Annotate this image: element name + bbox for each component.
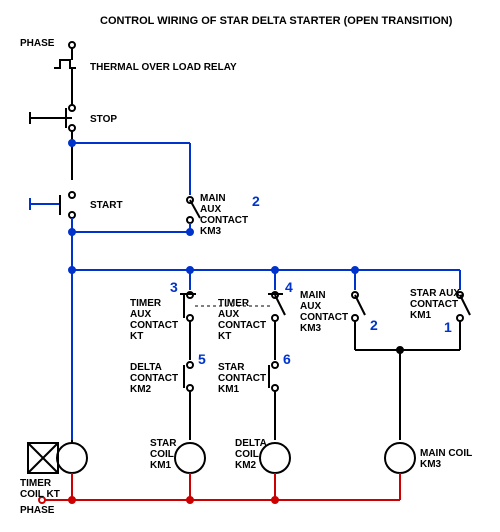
start-label: START — [90, 200, 123, 211]
star-aux-km1-label: STAR AUX. CONTACT KM1 — [410, 288, 463, 321]
ref-3: 3 — [170, 280, 178, 295]
ref-2b: 2 — [370, 318, 378, 333]
phase-top-label: PHASE — [20, 38, 54, 49]
ref-4: 4 — [285, 280, 293, 295]
main-aux-km3-b-label: MAIN AUX CONTACT KM3 — [300, 290, 348, 334]
star-coil-label: STAR COIL KM1 — [150, 438, 176, 471]
ref-1: 1 — [444, 320, 452, 335]
ref-6: 6 — [283, 352, 291, 367]
star-contact-km1-label: STAR CONTACT KM1 — [218, 362, 266, 395]
stop-label: STOP — [90, 114, 117, 125]
title: CONTROL WIRING OF STAR DELTA STARTER (OP… — [100, 15, 452, 27]
phase-bottom-label: PHASE — [20, 505, 54, 516]
delta-coil-label: DELTA COIL KM2 — [235, 438, 267, 471]
timer-coil-label: TIMER COIL KT — [20, 478, 60, 500]
main-coil-label: MAIN COIL KM3 — [420, 448, 472, 470]
ref-2a: 2 — [252, 194, 260, 209]
timer-aux-kt-b-label: TIMER AUX CONTACT KT — [218, 298, 266, 342]
main-aux-km3-a-label: MAIN AUX CONTACT KM3 — [200, 193, 248, 237]
timer-aux-kt-a-label: TIMER AUX CONTACT KT — [130, 298, 178, 342]
delta-contact-km2-label: DELTA CONTACT KM2 — [130, 362, 178, 395]
ref-5: 5 — [198, 352, 206, 367]
thermal-relay-label: THERMAL OVER LOAD RELAY — [90, 62, 237, 73]
